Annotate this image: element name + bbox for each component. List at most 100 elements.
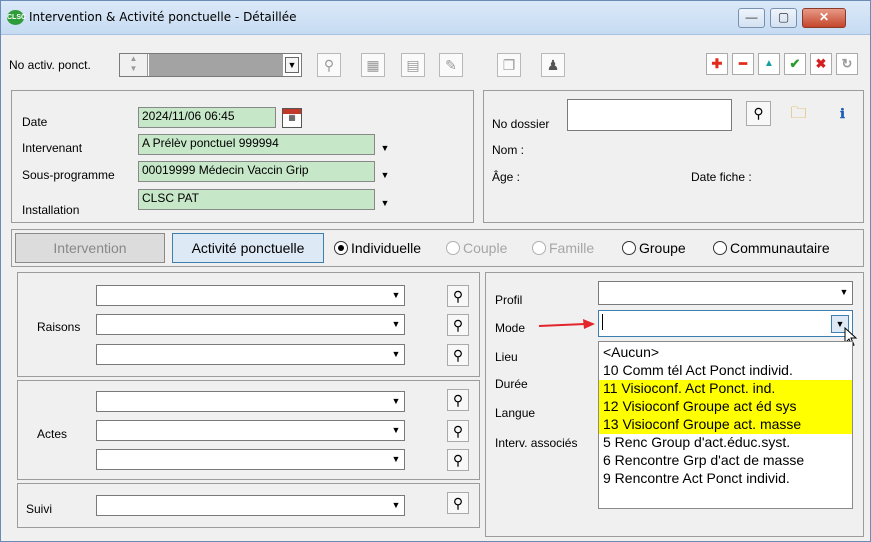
duree-label: Durée: [495, 377, 528, 391]
date-field[interactable]: 2024/11/06 06:45: [138, 107, 276, 128]
search-icon[interactable]: ⚲: [317, 53, 341, 77]
mode-option[interactable]: 5 Renc Group d'act.éduc.syst.: [599, 434, 852, 452]
suivi-select[interactable]: ▼: [96, 495, 405, 516]
radio-icon: [713, 241, 727, 255]
copy-icon[interactable]: ❐: [497, 53, 521, 77]
radio-groupe[interactable]: Groupe: [622, 240, 686, 256]
lieu-label: Lieu: [495, 350, 518, 364]
no-dossier-label: No dossier: [492, 117, 550, 131]
no-dossier-input[interactable]: [567, 99, 732, 131]
search-icon[interactable]: ⚲: [447, 449, 469, 471]
spin-up-icon[interactable]: ▲: [120, 54, 147, 64]
age-label: Âge :: [492, 170, 521, 184]
date-fiche-label: Date fiche :: [691, 170, 752, 184]
search-icon[interactable]: ⚲: [447, 314, 469, 336]
refresh-icon[interactable]: ↻: [836, 53, 858, 75]
mode-option[interactable]: 10 Comm tél Act Ponct individ.: [599, 362, 852, 380]
mode-option[interactable]: 12 Visioconf Groupe act éd sys: [599, 398, 852, 416]
mode-dropdown-list: <Aucun> 10 Comm tél Act Ponct individ. 1…: [598, 341, 853, 509]
installation-label: Installation: [22, 203, 80, 217]
interv-associes-label: Interv. associés: [495, 436, 578, 450]
intervenant-label: Intervenant: [22, 141, 83, 155]
search-icon[interactable]: ⚲: [447, 420, 469, 442]
chevron-down-icon[interactable]: ▼: [390, 395, 402, 407]
chevron-down-icon[interactable]: ▼: [379, 142, 391, 154]
radio-famille[interactable]: Famille: [532, 240, 594, 256]
spinner-control[interactable]: ▲ ▼: [120, 54, 148, 76]
mode-option[interactable]: 9 Rencontre Act Ponct individ.: [599, 470, 852, 488]
minimize-button[interactable]: —: [738, 8, 765, 28]
no-activ-label: No activ. ponct.: [9, 58, 91, 72]
raisons-label: Raisons: [37, 320, 81, 334]
chevron-down-icon[interactable]: ▼: [379, 169, 391, 181]
remove-icon[interactable]: ━: [732, 53, 754, 75]
sous-programme-field[interactable]: 00019999 Médecin Vaccin Grip: [138, 161, 375, 182]
nom-label: Nom :: [492, 143, 525, 157]
tab-intervention[interactable]: Intervention: [15, 233, 165, 263]
text-cursor: [602, 314, 603, 330]
chevron-down-icon[interactable]: ▼: [390, 289, 402, 301]
radio-communautaire[interactable]: Communautaire: [713, 240, 830, 256]
radio-label: Couple: [463, 240, 508, 256]
no-activ-value: [149, 54, 283, 76]
mode-option[interactable]: <Aucun>: [599, 344, 852, 362]
installation-field[interactable]: CLSC PAT: [138, 189, 375, 210]
profil-select[interactable]: ▼: [598, 281, 853, 305]
radio-label: Famille: [549, 240, 595, 256]
radio-icon: [622, 241, 636, 255]
search-icon[interactable]: ⚲: [447, 389, 469, 411]
radio-individuelle[interactable]: Individuelle: [334, 240, 421, 256]
main-window: CLSC Intervention & Activité ponctuelle …: [0, 0, 871, 542]
radio-couple[interactable]: Couple: [446, 240, 507, 256]
search-icon[interactable]: ⚲: [746, 101, 771, 126]
person-icon[interactable]: ♟: [541, 53, 565, 77]
chevron-down-icon[interactable]: ▼: [390, 499, 402, 511]
search-icon[interactable]: ⚲: [447, 285, 469, 307]
mode-option[interactable]: 6 Rencontre Grp d'act de masse: [599, 452, 852, 470]
no-activ-select[interactable]: ▲ ▼ ▼: [119, 53, 302, 77]
raison-select-1[interactable]: ▼: [96, 285, 405, 306]
edit-icon[interactable]: ✎: [439, 53, 463, 77]
raison-select-3[interactable]: ▼: [96, 344, 405, 365]
radio-label: Communautaire: [730, 240, 830, 256]
chevron-down-icon[interactable]: ▼: [390, 348, 402, 360]
mode-option[interactable]: 11 Visioconf. Act Ponct. ind.: [599, 380, 852, 398]
mode-label: Mode: [495, 321, 526, 335]
suivi-label: Suivi: [26, 502, 53, 516]
title-bar: CLSC Intervention & Activité ponctuelle …: [1, 1, 870, 35]
cancel-icon[interactable]: ✖: [810, 53, 832, 75]
confirm-icon[interactable]: ✔: [784, 53, 806, 75]
up-icon[interactable]: ▲: [758, 53, 780, 75]
mode-select[interactable]: [598, 310, 853, 337]
chevron-down-icon[interactable]: ▼: [390, 318, 402, 330]
maximize-button[interactable]: ▢: [770, 8, 797, 28]
radio-icon: [446, 241, 460, 255]
acte-select-2[interactable]: ▼: [96, 420, 405, 441]
search-icon[interactable]: ⚲: [447, 344, 469, 366]
acte-select-1[interactable]: ▼: [96, 391, 405, 412]
calculator-icon[interactable]: ▦: [361, 53, 385, 77]
close-button[interactable]: ✕: [802, 8, 846, 28]
info-icon[interactable]: ℹ: [830, 102, 855, 127]
window-title: Intervention & Activité ponctuelle - Dét…: [29, 10, 297, 24]
chevron-down-icon[interactable]: ▼: [390, 424, 402, 436]
app-icon: CLSC: [7, 10, 26, 25]
tab-activite-ponctuelle[interactable]: Activité ponctuelle: [172, 233, 324, 263]
search-icon[interactable]: ⚲: [447, 492, 469, 514]
chevron-down-icon[interactable]: ▼: [285, 57, 299, 73]
raison-select-2[interactable]: ▼: [96, 314, 405, 335]
date-label: Date: [22, 115, 48, 129]
chevron-down-icon[interactable]: ▼: [379, 197, 391, 209]
grid-icon[interactable]: ▤: [401, 53, 425, 77]
calendar-icon[interactable]: ▦: [282, 108, 302, 128]
chevron-down-icon[interactable]: ▼: [838, 286, 850, 298]
add-icon[interactable]: ✚: [706, 53, 728, 75]
chevron-down-icon[interactable]: ▼: [390, 453, 402, 465]
intervenant-field[interactable]: A Prélèv ponctuel 999994: [138, 134, 375, 155]
spin-down-icon[interactable]: ▼: [120, 64, 147, 74]
sous-programme-label: Sous-programme: [22, 168, 115, 182]
langue-label: Langue: [495, 406, 536, 420]
new-folder-icon[interactable]: 🗀: [785, 102, 812, 127]
acte-select-3[interactable]: ▼: [96, 449, 405, 470]
mode-option[interactable]: 13 Visioconf Groupe act. masse: [599, 416, 852, 434]
